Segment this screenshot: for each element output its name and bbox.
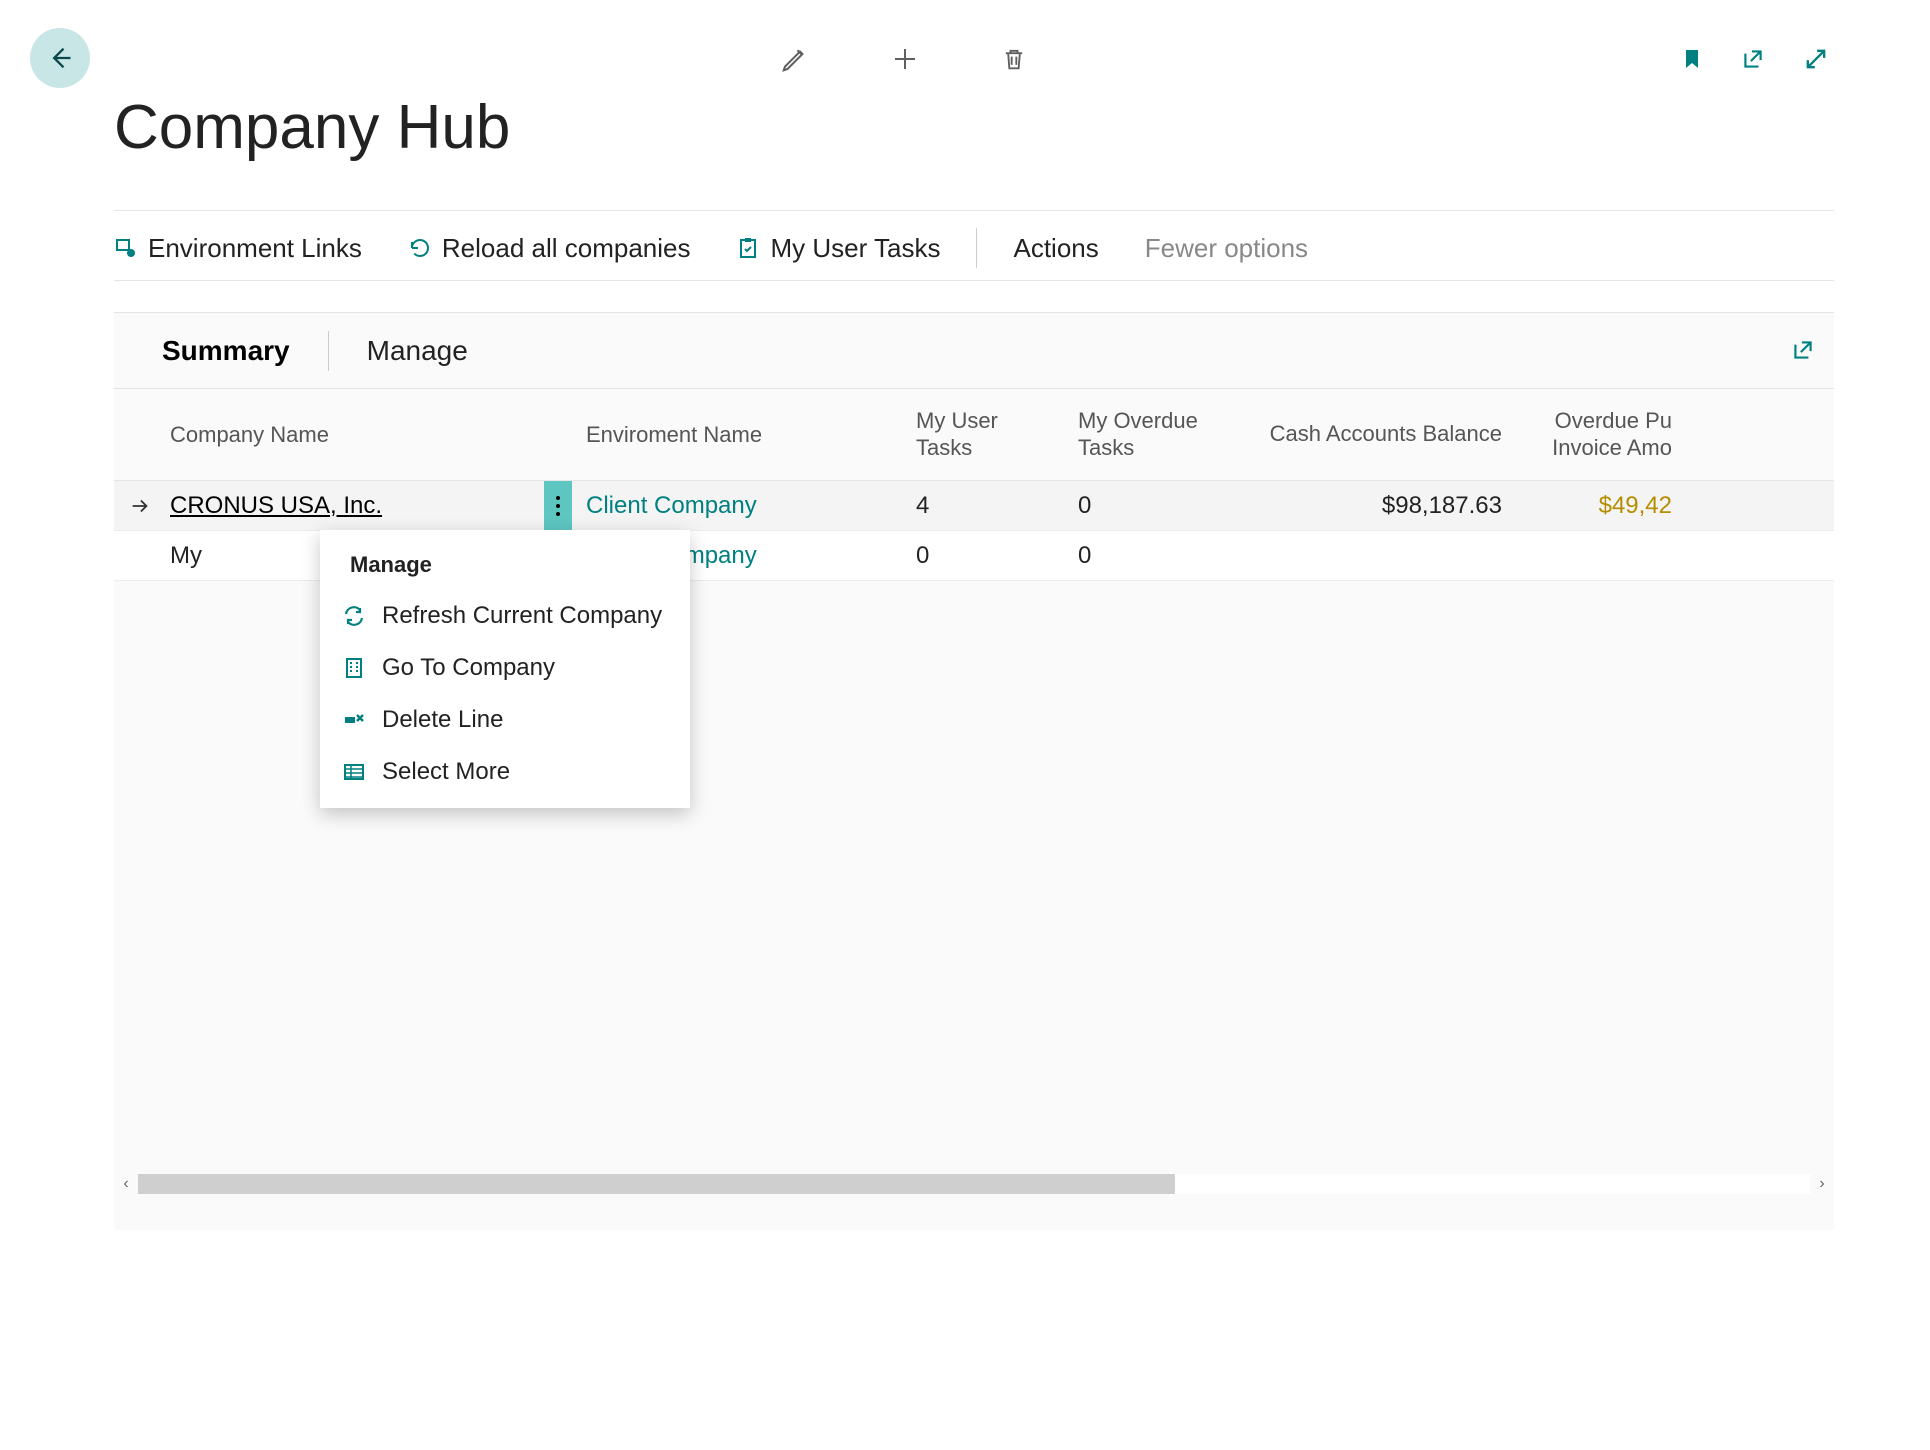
cash-balance-cell: $98,187.63: [1226, 481, 1516, 530]
overdue-invoice-cell: $49,42: [1516, 481, 1686, 530]
my-user-tasks-button[interactable]: My User Tasks: [736, 233, 940, 264]
col-overdue-invoice[interactable]: Overdue Pu Invoice Amo: [1516, 389, 1686, 480]
menu-select-more[interactable]: Select More: [320, 746, 690, 798]
grid-popout-button[interactable]: [1790, 337, 1816, 368]
building-icon: [342, 656, 366, 680]
select-more-icon: [342, 760, 366, 784]
company-name-cell[interactable]: CRONUS USA, Inc.: [166, 481, 544, 530]
tab-manage[interactable]: Manage: [347, 335, 488, 367]
pencil-icon: [780, 44, 810, 74]
back-button[interactable]: [30, 28, 90, 88]
separator: [976, 228, 977, 268]
fewer-options-button[interactable]: Fewer options: [1145, 233, 1308, 264]
refresh-icon: [342, 604, 366, 628]
label: Reload all companies: [442, 233, 691, 264]
divider: [114, 280, 1834, 281]
tab-summary[interactable]: Summary: [142, 335, 310, 367]
col-selector: [114, 389, 166, 480]
row-menu-cell: [544, 481, 572, 530]
scroll-thumb[interactable]: [138, 1174, 1175, 1194]
env-link-icon: [114, 236, 138, 260]
clipboard-check-icon: [736, 236, 760, 260]
page-title: Company Hub: [114, 92, 510, 163]
my-tasks-cell: 0: [902, 531, 1064, 580]
bookmark-icon: [1680, 45, 1704, 73]
popout-icon: [1740, 46, 1766, 72]
edit-button[interactable]: [780, 44, 810, 74]
popout-icon: [1790, 337, 1816, 363]
expand-icon: [1802, 45, 1830, 73]
environment-cell[interactable]: Client Company: [572, 481, 902, 530]
col-environment-name[interactable]: Enviroment Name: [572, 389, 902, 480]
table-row[interactable]: CRONUS USA, Inc. Client Company 4 0 $98,…: [114, 481, 1834, 531]
delete-line-icon: [342, 708, 366, 732]
label: Go To Company: [382, 654, 555, 682]
col-actions: [544, 389, 572, 480]
col-my-overdue-tasks[interactable]: My Overdue Tasks: [1064, 389, 1226, 480]
col-cash-balance[interactable]: Cash Accounts Balance: [1226, 389, 1516, 480]
overdue-invoice-cell: [1516, 531, 1686, 580]
divider: [114, 210, 1834, 211]
environment-links-button[interactable]: Environment Links: [114, 233, 362, 264]
cash-balance-cell: [1226, 531, 1516, 580]
company-link[interactable]: CRONUS USA, Inc.: [170, 492, 382, 520]
my-tasks-cell: 4: [902, 481, 1064, 530]
refresh-icon: [408, 236, 432, 260]
arrow-left-icon: [46, 44, 74, 72]
overdue-tasks-cell: 0: [1064, 531, 1226, 580]
scroll-right-button[interactable]: ›: [1810, 1175, 1834, 1193]
row-more-button[interactable]: [544, 481, 572, 530]
plus-icon: [890, 44, 920, 74]
row-indicator: [114, 481, 166, 530]
scroll-track[interactable]: [138, 1174, 1810, 1194]
label: Select More: [382, 758, 510, 786]
row-indicator: [114, 531, 166, 580]
menu-delete-line[interactable]: Delete Line: [320, 694, 690, 746]
label: Refresh Current Company: [382, 602, 662, 630]
bookmark-button[interactable]: [1680, 45, 1704, 73]
separator: [328, 331, 329, 371]
actions-menu[interactable]: Actions: [1013, 233, 1098, 264]
label: Environment Links: [148, 233, 362, 264]
menu-title: Manage: [320, 530, 690, 590]
col-my-user-tasks[interactable]: My User Tasks: [902, 389, 1064, 480]
delete-button[interactable]: [1000, 44, 1028, 74]
horizontal-scrollbar[interactable]: ‹ ›: [114, 1172, 1834, 1196]
label: My User Tasks: [770, 233, 940, 264]
trash-icon: [1000, 45, 1028, 73]
menu-refresh-company[interactable]: Refresh Current Company: [320, 590, 690, 642]
overdue-tasks-cell: 0: [1064, 481, 1226, 530]
label: Actions: [1013, 233, 1098, 264]
col-company-name[interactable]: Company Name: [166, 389, 544, 480]
expand-button[interactable]: [1802, 45, 1830, 73]
label: Fewer options: [1145, 233, 1308, 264]
menu-goto-company[interactable]: Go To Company: [320, 642, 690, 694]
arrow-right-icon: [129, 495, 151, 517]
row-context-menu: Manage Refresh Current Company Go To Com…: [320, 530, 690, 808]
scroll-left-button[interactable]: ‹: [114, 1175, 138, 1193]
label: Delete Line: [382, 706, 503, 734]
vertical-dots-icon: [556, 494, 560, 518]
new-button[interactable]: [890, 44, 920, 74]
open-new-window-button[interactable]: [1740, 45, 1766, 73]
reload-all-button[interactable]: Reload all companies: [408, 233, 691, 264]
